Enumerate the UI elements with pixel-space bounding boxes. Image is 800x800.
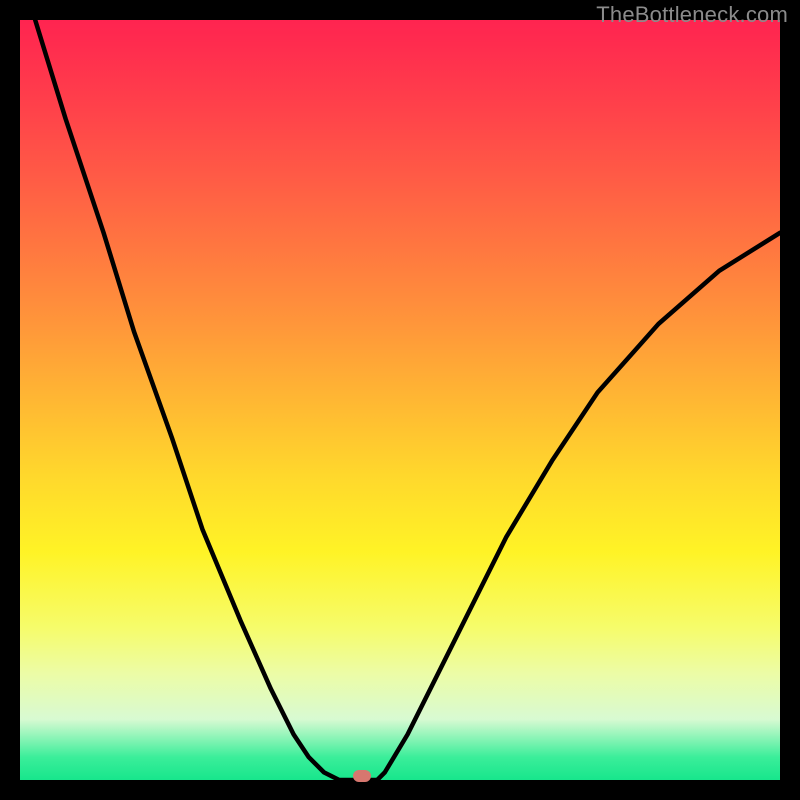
line-curve: [20, 20, 780, 780]
watermark-text: TheBottleneck.com: [596, 2, 788, 28]
plot-area: [20, 20, 780, 780]
optimal-dot: [353, 770, 371, 782]
chart-frame: TheBottleneck.com: [0, 0, 800, 800]
